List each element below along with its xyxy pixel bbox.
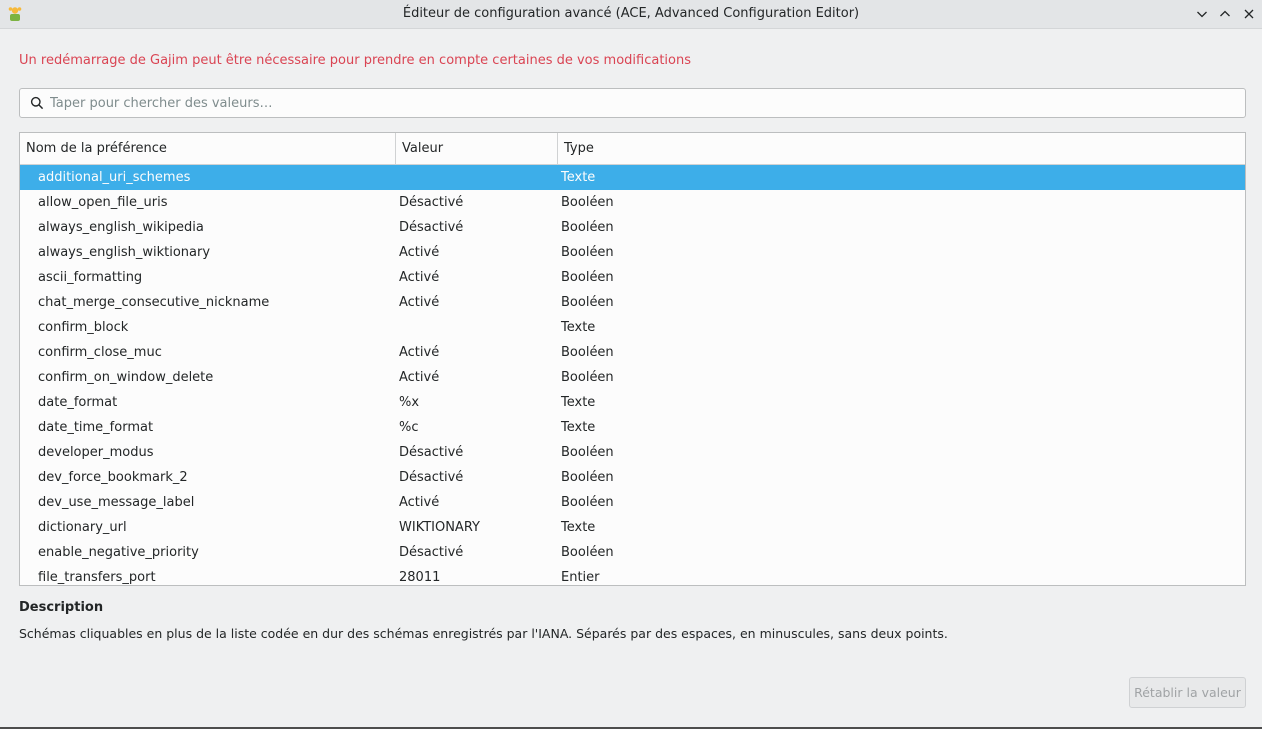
description-text: Schémas cliquables en plus de la liste c…: [19, 626, 948, 641]
close-icon: [1244, 9, 1254, 19]
reset-value-button[interactable]: Rétablir la valeur: [1129, 677, 1246, 708]
preference-type: Texte: [561, 320, 596, 335]
search-input[interactable]: [50, 89, 1230, 117]
preference-name: dictionary_url: [38, 520, 127, 535]
minimize-button[interactable]: [1193, 5, 1211, 23]
preference-name: developer_modus: [38, 445, 154, 460]
ace-window: Éditeur de configuration avancé (ACE, Ad…: [0, 0, 1262, 729]
table-row[interactable]: enable_negative_priority Désactivé Booléen: [20, 540, 1245, 565]
table-row[interactable]: confirm_block Texte: [20, 315, 1245, 340]
preference-type: Booléen: [561, 345, 614, 360]
preference-type: Booléen: [561, 295, 614, 310]
maximize-button[interactable]: [1216, 5, 1234, 23]
preference-value: %x: [399, 395, 420, 410]
preference-type: Booléen: [561, 495, 614, 510]
description-heading: Description: [19, 600, 104, 615]
table-row[interactable]: allow_open_file_uris Désactivé Booléen: [20, 190, 1245, 215]
restart-warning: Un redémarrage de Gajim peut être nécess…: [19, 53, 692, 68]
preference-type: Booléen: [561, 270, 614, 285]
preference-type: Texte: [561, 395, 596, 410]
preference-name: confirm_on_window_delete: [38, 370, 214, 385]
preference-value: WIKTIONARY: [399, 520, 480, 535]
search-box[interactable]: [19, 88, 1246, 118]
preference-type: Booléen: [561, 195, 614, 210]
preference-name: date_format: [38, 395, 118, 410]
preference-value: Désactivé: [399, 470, 464, 485]
preference-name: confirm_close_muc: [38, 345, 162, 360]
table-row[interactable]: dev_use_message_label Activé Booléen: [20, 490, 1245, 515]
preference-name: chat_merge_consecutive_nickname: [38, 295, 270, 310]
table-row[interactable]: ascii_formatting Activé Booléen: [20, 265, 1245, 290]
preference-name: dev_force_bookmark_2: [38, 470, 188, 485]
chevron-down-icon: [1197, 11, 1207, 18]
preference-value: Désactivé: [399, 220, 464, 235]
table-row[interactable]: dev_force_bookmark_2 Désactivé Booléen: [20, 465, 1245, 490]
preference-value: Activé: [399, 270, 440, 285]
table-header: Nom de la préférence Valeur Type: [20, 133, 1245, 165]
preference-type: Booléen: [561, 445, 614, 460]
preference-name: file_transfers_port: [38, 570, 156, 585]
preference-type: Texte: [561, 420, 596, 435]
preference-value: Désactivé: [399, 445, 464, 460]
preference-type: Booléen: [561, 470, 614, 485]
table-row[interactable]: additional_uri_schemes Texte: [20, 165, 1245, 190]
preference-value: 28011: [399, 570, 441, 585]
table-row[interactable]: always_english_wiktionary Activé Booléen: [20, 240, 1245, 265]
table-row[interactable]: chat_merge_consecutive_nickname Activé Boo…: [20, 290, 1245, 315]
preference-name: confirm_block: [38, 320, 129, 335]
search-icon: [30, 96, 44, 110]
title-bar[interactable]: Éditeur de configuration avancé (ACE, Ad…: [0, 0, 1262, 29]
preference-name: always_english_wiktionary: [38, 245, 211, 260]
preference-name: ascii_formatting: [38, 270, 143, 285]
preference-name: dev_use_message_label: [38, 495, 195, 510]
preference-value: Activé: [399, 495, 440, 510]
preference-type: Booléen: [561, 245, 614, 260]
table-row[interactable]: date_format %x Texte: [20, 390, 1245, 415]
preference-type: Booléen: [561, 545, 614, 560]
window-title: Éditeur de configuration avancé (ACE, Ad…: [402, 6, 860, 21]
preference-type: Booléen: [561, 220, 614, 235]
table-row[interactable]: developer_modus Désactivé Booléen: [20, 440, 1245, 465]
column-header-value[interactable]: Valeur: [396, 133, 558, 164]
preference-name: additional_uri_schemes: [38, 170, 191, 185]
preference-name: enable_negative_priority: [38, 545, 199, 560]
preference-value: Désactivé: [399, 545, 464, 560]
table-row[interactable]: confirm_close_muc Activé Booléen: [20, 340, 1245, 365]
table-row[interactable]: always_english_wikipedia Désactivé Booléen: [20, 215, 1245, 240]
table-body: additional_uri_schemes Texte allow_open_fi…: [20, 165, 1245, 585]
preference-value: Activé: [399, 245, 440, 260]
table-row[interactable]: date_time_format %c Texte: [20, 415, 1245, 440]
preference-value: Activé: [399, 345, 440, 360]
preference-value: Désactivé: [399, 195, 464, 210]
close-button[interactable]: [1240, 5, 1258, 23]
column-header-name[interactable]: Nom de la préférence: [20, 133, 396, 164]
preference-type: Texte: [561, 170, 596, 185]
column-header-type[interactable]: Type: [558, 133, 1245, 164]
preference-name: date_time_format: [38, 420, 154, 435]
preference-type: Texte: [561, 520, 596, 535]
preference-type: Entier: [561, 570, 600, 585]
preference-value: Activé: [399, 370, 440, 385]
preference-value: %c: [399, 420, 419, 435]
preference-value: Activé: [399, 295, 440, 310]
preference-type: Booléen: [561, 370, 614, 385]
preference-name: allow_open_file_uris: [38, 195, 168, 210]
preferences-table[interactable]: Nom de la préférence Valeur Type additio…: [19, 132, 1246, 586]
table-row[interactable]: file_transfers_port 28011 Entier: [20, 565, 1245, 585]
preference-name: always_english_wikipedia: [38, 220, 204, 235]
table-row[interactable]: confirm_on_window_delete Activé Booléen: [20, 365, 1245, 390]
chevron-up-icon: [1220, 10, 1230, 17]
table-row[interactable]: dictionary_url WIKTIONARY Texte: [20, 515, 1245, 540]
